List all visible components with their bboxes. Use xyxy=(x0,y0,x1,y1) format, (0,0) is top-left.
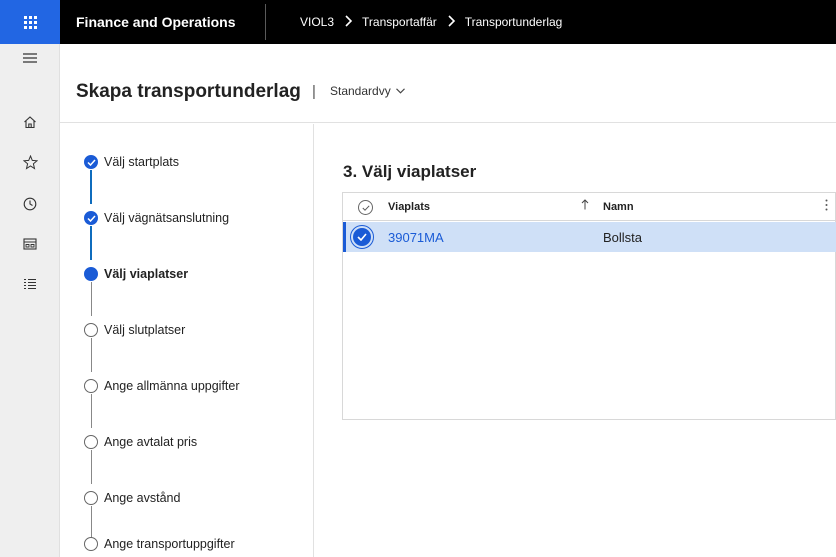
step-connector xyxy=(91,282,92,316)
checkmark-icon xyxy=(84,211,98,225)
empty-circle-icon xyxy=(84,537,98,551)
step-8[interactable]: Ange transportuppgifter xyxy=(84,536,235,552)
cell-viaplats[interactable]: 39071MA xyxy=(388,230,444,245)
step-4[interactable]: Välj slutplatser xyxy=(84,322,185,338)
step-connector xyxy=(91,338,92,372)
step-label: Ange allmänna uppgifter xyxy=(104,379,240,393)
view-selector[interactable]: Standardvy xyxy=(330,84,405,98)
workspace-icon[interactable] xyxy=(20,234,40,254)
waffle-icon xyxy=(23,15,37,29)
step-connector xyxy=(90,170,92,204)
current-step-icon xyxy=(84,267,98,281)
app-title[interactable]: Finance and Operations xyxy=(76,0,235,44)
page-title: Skapa transportunderlag xyxy=(76,81,301,102)
empty-circle-icon xyxy=(84,435,98,449)
app-launcher-button[interactable] xyxy=(0,0,60,44)
step-label: Ange avstånd xyxy=(104,491,181,505)
chevron-down-icon xyxy=(395,88,405,94)
list-icon[interactable] xyxy=(20,274,40,294)
section-title: 3. Välj viaplatser xyxy=(343,162,477,181)
top-bar: Finance and Operations VIOL3 Transportaf… xyxy=(0,0,836,44)
step-label: Ange avtalat pris xyxy=(104,435,198,449)
main-content: 3. Välj viaplatser Viaplats Namn 39071MA… xyxy=(315,124,836,557)
step-1[interactable]: Välj startplats xyxy=(84,154,179,170)
row-checkbox[interactable] xyxy=(350,225,374,249)
select-all-checkbox[interactable] xyxy=(358,200,373,215)
top-divider xyxy=(265,4,266,40)
sort-ascending-icon[interactable] xyxy=(581,199,589,213)
checkmark-icon xyxy=(84,155,98,169)
cell-namn: Bollsta xyxy=(603,230,643,245)
breadcrumb-company[interactable]: VIOL3 xyxy=(300,15,334,29)
clock-icon[interactable] xyxy=(20,194,40,214)
breadcrumb: VIOL3 Transportaffär Transportunderlag xyxy=(300,0,562,44)
selected-row-indicator xyxy=(343,222,346,252)
page-header: Skapa transportunderlag | Standardvy xyxy=(60,44,836,123)
wizard-steps: Välj startplats Välj vägnätsanslutning V… xyxy=(60,124,314,557)
table-row[interactable]: 39071MA Bollsta xyxy=(343,222,836,252)
view-selector-label: Standardvy xyxy=(330,84,391,98)
step-2[interactable]: Välj vägnätsanslutning xyxy=(84,210,229,226)
grid-header: Viaplats Namn xyxy=(343,193,836,221)
step-connector xyxy=(91,506,92,540)
step-connector xyxy=(91,394,92,428)
step-label: Välj viaplatser xyxy=(104,267,189,281)
breadcrumb-module[interactable]: Transportaffär xyxy=(362,15,437,29)
hamburger-icon[interactable] xyxy=(20,48,40,68)
chevron-right-icon xyxy=(345,14,353,30)
empty-circle-icon xyxy=(84,379,98,393)
step-connector xyxy=(91,450,92,484)
title-separator: | xyxy=(312,83,316,100)
column-header-viaplats[interactable]: Viaplats xyxy=(388,201,430,213)
step-label: Välj slutplatser xyxy=(104,323,186,337)
step-5[interactable]: Ange allmänna uppgifter xyxy=(84,378,240,394)
via-grid: Viaplats Namn 39071MA Bollsta xyxy=(342,192,836,420)
step-label: Välj vägnätsanslutning xyxy=(104,211,230,225)
breadcrumb-page[interactable]: Transportunderlag xyxy=(465,15,563,29)
step-label: Välj startplats xyxy=(104,155,180,169)
star-icon[interactable] xyxy=(20,152,40,172)
step-3[interactable]: Välj viaplatser xyxy=(84,266,188,282)
empty-circle-icon xyxy=(84,323,98,337)
step-6[interactable]: Ange avtalat pris xyxy=(84,434,197,450)
empty-circle-icon xyxy=(84,491,98,505)
column-header-namn[interactable]: Namn xyxy=(603,201,634,213)
more-options-icon[interactable] xyxy=(825,198,828,214)
chevron-right-icon xyxy=(448,14,456,30)
nav-rail xyxy=(0,44,60,557)
step-7[interactable]: Ange avstånd xyxy=(84,490,180,506)
home-icon[interactable] xyxy=(20,112,40,132)
step-connector xyxy=(90,226,92,260)
step-label: Ange transportuppgifter xyxy=(104,537,235,551)
